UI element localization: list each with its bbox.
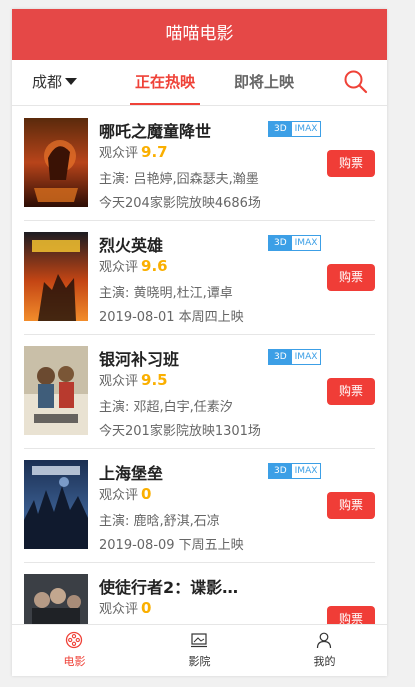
buy-button[interactable]: 购票 [327,378,375,405]
score-label: 观众评 [99,374,139,389]
search-icon[interactable] [343,69,369,95]
cast-line: 主演: 邓超,白宇,任素汐 [99,400,233,415]
app-header: 喵喵电影 [12,9,387,60]
movie-title: 烈火英雄 [99,236,164,255]
tag-3d: 3D [269,464,292,478]
movie-item[interactable]: 上海堡垒 3D IMAX 观众评 0 主演: 鹿晗,舒淇,石凉 2019-08-0… [24,448,375,563]
tab-coming-soon[interactable]: 即将上映 [229,60,299,103]
nav-movies[interactable]: 电影 [12,625,137,676]
movie-poster [24,118,88,207]
cast-line: 主演: 鹿晗,舒淇,石凉 [99,514,220,529]
score-line: 观众评 9.7 [99,142,168,161]
score-value: 9.7 [141,143,168,161]
score-value: 9.6 [141,257,168,275]
tab-now-showing-label: 正在热映 [134,73,195,91]
movie-item[interactable]: 哪吒之魔童降世 3D IMAX 观众评 9.7 主演: 吕艳婷,囧森瑟夫,瀚墨 今… [24,106,375,221]
movie-title: 上海堡垒 [99,464,164,483]
tag-imax: IMAX [294,124,318,134]
tag-imax: IMAX [294,466,318,476]
cast-line: 主演: 黄晓明,杜江,谭卓 [99,286,233,301]
show-info: 2019-08-01 本周四上映 [99,310,244,325]
tab-bar: 成都 正在热映 即将上映 [12,60,387,106]
score-line: 观众评 9.6 [99,256,168,275]
movie-poster [24,574,88,626]
app-title: 喵喵电影 [165,24,234,44]
tag-3d: 3D [269,350,292,364]
bottom-nav: 电影 影院 我的 [12,624,387,676]
show-info: 今天204家影院放映4686场 [99,196,261,211]
city-label: 成都 [32,73,63,91]
nav-cinemas[interactable]: 影院 [137,625,262,676]
cast-line: 主演: 吕艳婷,囧森瑟夫,瀚墨 [99,172,259,187]
movie-poster [24,460,88,549]
tab-coming-soon-label: 即将上映 [233,73,294,91]
movie-item[interactable]: 烈火英雄 3D IMAX 观众评 9.6 主演: 黄晓明,杜江,谭卓 2019-0… [24,220,375,335]
movie-poster [24,346,88,435]
movie-title: 银河补习班 [99,350,180,369]
nav-profile[interactable]: 我的 [262,625,387,676]
cinema-screen-icon [190,631,208,649]
show-info: 2019-08-09 下周五上映 [99,538,244,553]
format-tag: 3D IMAX [268,235,322,251]
tab-now-showing[interactable]: 正在热映 [130,60,200,105]
tag-imax: IMAX [294,238,318,248]
score-line: 观众评 0 [99,598,151,617]
app-frame: 喵喵电影 成都 正在热映 即将上映 哪吒之魔童降世 3D IMAX 观众评 9.… [12,9,387,676]
tag-3d: 3D [269,122,292,136]
score-label: 观众评 [99,146,139,161]
format-tag: 3D IMAX [268,463,322,479]
format-tag: 3D IMAX [268,121,322,137]
tag-imax: IMAX [294,352,318,362]
nav-profile-label: 我的 [313,655,336,668]
movie-title: 哪吒之魔童降世 [99,122,212,141]
buy-button[interactable]: 购票 [327,492,375,519]
score-value: 0 [141,485,152,503]
caret-down-icon [65,78,78,85]
film-reel-icon [65,631,83,649]
movie-list: 哪吒之魔童降世 3D IMAX 观众评 9.7 主演: 吕艳婷,囧森瑟夫,瀚墨 今… [12,106,387,626]
score-label: 观众评 [99,602,139,617]
score-line: 观众评 0 [99,484,151,503]
buy-button[interactable]: 购票 [327,606,375,626]
score-label: 观众评 [99,488,139,503]
score-label: 观众评 [99,260,139,275]
nav-movies-label: 电影 [63,655,86,668]
movie-title: 使徒行者2：谍影行动 [99,578,249,597]
nav-cinemas-label: 影院 [188,655,211,668]
movie-poster [24,232,88,321]
format-tag: 3D IMAX [268,349,322,365]
movie-item[interactable]: 使徒行者2：谍影行动 观众评 0 购票 [24,562,375,626]
movie-item[interactable]: 银河补习班 3D IMAX 观众评 9.5 主演: 邓超,白宇,任素汐 今天201… [24,334,375,449]
score-value: 9.5 [141,371,168,389]
buy-button[interactable]: 购票 [327,150,375,177]
score-value: 0 [141,599,152,617]
city-selector[interactable]: 成都 [32,60,78,105]
tag-3d: 3D [269,236,292,250]
show-info: 今天201家影院放映1301场 [99,424,261,439]
score-line: 观众评 9.5 [99,370,168,389]
user-icon [315,631,333,649]
buy-button[interactable]: 购票 [327,264,375,291]
